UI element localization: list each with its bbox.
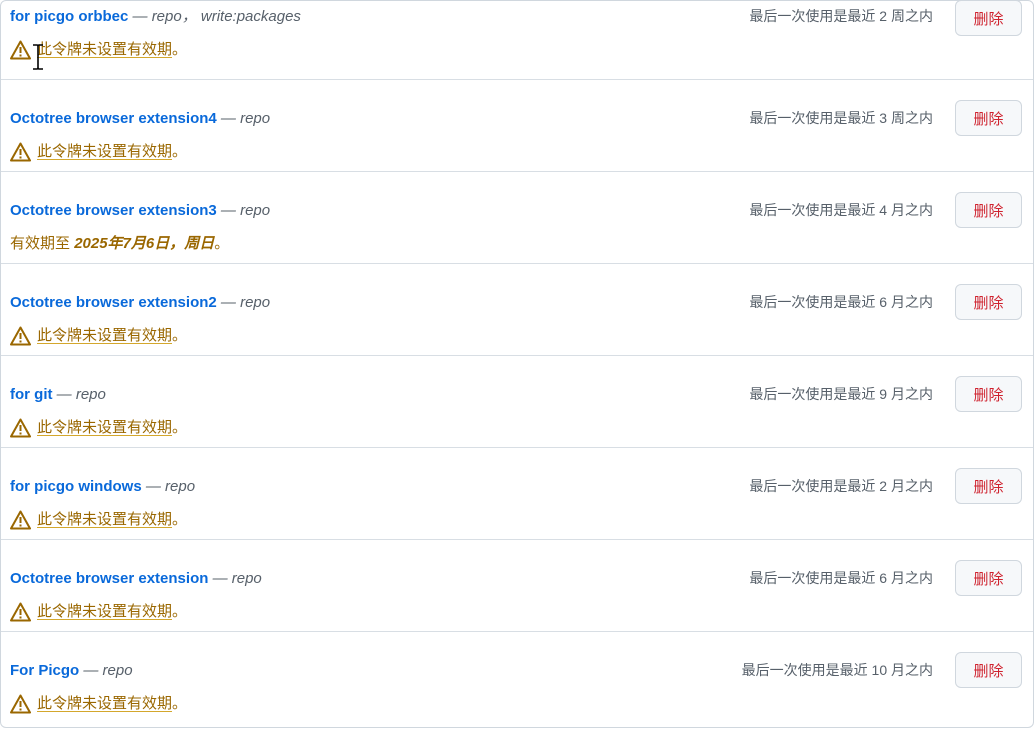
warning-period: 。 (172, 603, 188, 620)
token-name-link[interactable]: Octotree browser extension3 (10, 202, 217, 219)
token-name-link[interactable]: Octotree browser extension (10, 570, 208, 587)
token-row: For Picgo — repo 最后一次使用是最近 10 月之内 删除 此令牌… (1, 632, 1033, 727)
delete-token-button[interactable]: 删除 (955, 1, 1022, 36)
no-expiration-link[interactable]: 此令牌未设置有效期 (37, 509, 172, 531)
expiration-warning: 此令牌未设置有效期。 (10, 417, 187, 439)
token-scopes: repo (231, 570, 262, 587)
token-header: Octotree browser extension4 — repo (10, 109, 270, 129)
token-row: for git — repo 最后一次使用是最近 9 月之内 删除 此令牌未设置… (1, 356, 1033, 448)
token-row: Octotree browser extension3 — repo 最后一次使… (1, 172, 1033, 264)
last-used-text: 最后一次使用是最近 2 周之内 (749, 8, 933, 24)
alert-triangle-icon (10, 40, 31, 60)
delete-token-button[interactable]: 删除 (955, 284, 1022, 320)
token-header: For Picgo — repo (10, 661, 133, 681)
delete-token-button[interactable]: 删除 (955, 100, 1022, 136)
expiration-warning: 此令牌未设置有效期。 (10, 325, 187, 347)
warning-period: 。 (172, 327, 188, 344)
token-scopes: repo (240, 294, 271, 311)
token-row: for picgo windows — repo 最后一次使用是最近 2 月之内… (1, 448, 1033, 540)
token-scopes: repo， write:packages (151, 8, 301, 25)
token-scope-separator: — (216, 110, 241, 127)
alert-triangle-icon (10, 326, 31, 346)
token-scopes: repo (240, 110, 271, 127)
expiration-warning: 此令牌未设置有效期。 (10, 693, 187, 715)
expiration-warning: 此令牌未设置有效期。 (10, 601, 187, 623)
no-expiration-link[interactable]: 此令牌未设置有效期 (37, 601, 172, 623)
token-scope-separator: — (52, 386, 76, 403)
no-expiration-link[interactable]: 此令牌未设置有效期 (37, 325, 172, 347)
token-scope-separator: — (208, 570, 232, 587)
token-scopes: repo (75, 386, 106, 403)
token-row: Octotree browser extension2 — repo 最后一次使… (1, 264, 1033, 356)
warning-period: 。 (172, 419, 188, 436)
token-header: for picgo windows — repo (10, 477, 195, 497)
token-scope-separator: — (216, 294, 241, 311)
token-row: for picgo orbbec — repo， write:packages … (1, 1, 1033, 80)
token-row: Octotree browser extension4 — repo 最后一次使… (1, 80, 1033, 172)
token-header: for picgo orbbec — repo， write:packages (10, 7, 301, 27)
no-expiration-link[interactable]: 此令牌未设置有效期 (37, 141, 172, 163)
no-expiration-link[interactable]: 此令牌未设置有效期 (37, 39, 172, 61)
token-row: Octotree browser extension — repo 最后一次使用… (1, 540, 1033, 632)
token-header: Octotree browser extension2 — repo (10, 293, 270, 313)
last-used-text: 最后一次使用是最近 9 月之内 (749, 386, 933, 402)
last-used-text: 最后一次使用是最近 10 月之内 (741, 662, 933, 678)
warning-period: 。 (172, 41, 188, 58)
alert-triangle-icon (10, 694, 31, 714)
delete-token-button[interactable]: 删除 (955, 468, 1022, 504)
token-scope-separator: — (216, 202, 241, 219)
token-name-link[interactable]: for picgo orbbec (10, 8, 128, 25)
expiration-warning: 此令牌未设置有效期。 (10, 509, 187, 531)
delete-token-button[interactable]: 删除 (955, 376, 1022, 412)
token-scope-separator: — (79, 662, 103, 679)
token-list: for picgo orbbec — repo， write:packages … (1, 1, 1033, 727)
token-name-link[interactable]: for git (10, 386, 53, 403)
expires-date: 2025年7月6日，周日 (74, 235, 215, 252)
delete-token-button[interactable]: 删除 (955, 652, 1022, 688)
token-name-link[interactable]: For Picgo (10, 662, 79, 679)
token-scopes: repo (165, 478, 196, 495)
token-scopes: repo (102, 662, 133, 679)
token-scope-separator: — (128, 8, 152, 25)
expiration-warning: 此令牌未设置有效期。 (10, 141, 187, 163)
last-used-text: 最后一次使用是最近 3 周之内 (749, 110, 933, 126)
delete-token-button[interactable]: 删除 (955, 192, 1022, 228)
tokens-panel: for picgo orbbec — repo， write:packages … (0, 0, 1034, 728)
last-used-text: 最后一次使用是最近 6 月之内 (749, 294, 933, 310)
last-used-text: 最后一次使用是最近 6 月之内 (749, 570, 933, 586)
expiration-date: 有效期至 2025年7月6日，周日。 (10, 233, 229, 255)
alert-triangle-icon (10, 418, 31, 438)
token-header: Octotree browser extension3 — repo (10, 201, 270, 221)
alert-triangle-icon (10, 142, 31, 162)
last-used-text: 最后一次使用是最近 4 月之内 (749, 202, 933, 218)
warning-period: 。 (172, 695, 188, 712)
no-expiration-link[interactable]: 此令牌未设置有效期 (37, 693, 172, 715)
token-header: for git — repo (10, 385, 106, 405)
last-used-text: 最后一次使用是最近 2 月之内 (749, 478, 933, 494)
delete-token-button[interactable]: 删除 (955, 560, 1022, 596)
warning-period: 。 (172, 143, 188, 160)
warning-period: 。 (172, 511, 188, 528)
token-name-link[interactable]: Octotree browser extension2 (10, 294, 217, 311)
text-cursor-icon (33, 44, 43, 70)
token-scopes: repo (240, 202, 271, 219)
token-name-link[interactable]: Octotree browser extension4 (10, 110, 217, 127)
alert-triangle-icon (10, 602, 31, 622)
expires-period: 。 (214, 235, 230, 252)
no-expiration-link[interactable]: 此令牌未设置有效期 (37, 417, 172, 439)
token-header: Octotree browser extension — repo (10, 569, 262, 589)
token-scope-separator: — (141, 478, 166, 495)
expires-prefix: 有效期至 (10, 235, 71, 252)
token-name-link[interactable]: for picgo windows (10, 478, 142, 495)
alert-triangle-icon (10, 510, 31, 530)
